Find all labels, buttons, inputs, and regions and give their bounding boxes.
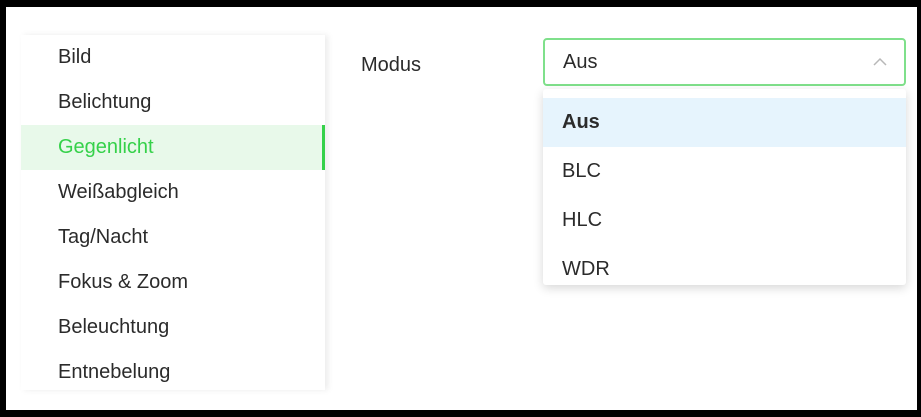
sidebar-item-label: Gegenlicht bbox=[58, 136, 154, 158]
option-hlc[interactable]: HLC bbox=[543, 196, 906, 245]
sidebar-item-belichtung[interactable]: Belichtung bbox=[21, 80, 325, 125]
mode-label: Modus bbox=[361, 54, 422, 76]
sidebar-item-tag-nacht[interactable]: Tag/Nacht bbox=[21, 215, 325, 260]
settings-panel: Bild Belichtung Gegenlicht Weißabgleich … bbox=[6, 7, 917, 410]
sidebar-item-fokus-zoom[interactable]: Fokus & Zoom bbox=[21, 260, 325, 305]
sidebar-item-label: Entnebelung bbox=[58, 361, 171, 383]
sidebar-item-label: Beleuchtung bbox=[58, 316, 170, 338]
sidebar: Bild Belichtung Gegenlicht Weißabgleich … bbox=[21, 35, 325, 390]
mode-dropdown-menu: Aus BLC HLC WDR bbox=[543, 89, 906, 285]
option-label: HLC bbox=[562, 209, 603, 231]
option-wdr[interactable]: WDR bbox=[543, 245, 906, 294]
option-label: BLC bbox=[562, 160, 601, 182]
sidebar-item-entnebelung[interactable]: Entnebelung bbox=[21, 350, 325, 395]
sidebar-item-weissabgleich[interactable]: Weißabgleich bbox=[21, 170, 325, 215]
sidebar-item-label: Fokus & Zoom bbox=[58, 271, 189, 293]
sidebar-item-beleuchtung[interactable]: Beleuchtung bbox=[21, 305, 325, 350]
mode-select-value: Aus bbox=[563, 50, 598, 73]
sidebar-item-label: Bild bbox=[58, 46, 92, 68]
sidebar-item-label: Weißabgleich bbox=[58, 181, 179, 203]
sidebar-item-label: Tag/Nacht bbox=[58, 226, 149, 248]
option-label: WDR bbox=[562, 258, 610, 280]
option-aus[interactable]: Aus bbox=[543, 98, 906, 147]
sidebar-item-gegenlicht[interactable]: Gegenlicht bbox=[21, 125, 325, 170]
option-label: Aus bbox=[562, 111, 600, 133]
sidebar-item-label: Belichtung bbox=[58, 91, 152, 113]
sidebar-item-bild[interactable]: Bild bbox=[21, 35, 325, 80]
mode-select[interactable]: Aus bbox=[543, 38, 906, 86]
chevron-up-icon bbox=[873, 57, 887, 66]
option-blc[interactable]: BLC bbox=[543, 147, 906, 196]
